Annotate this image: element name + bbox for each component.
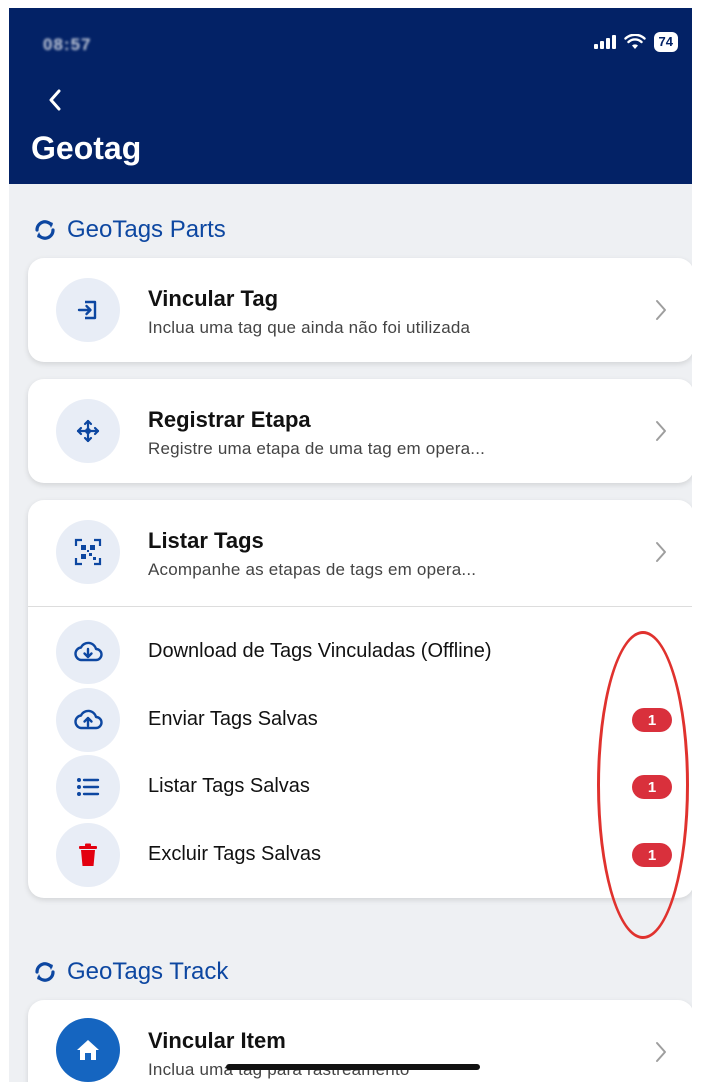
list-saved-tags-row[interactable]: Listar Tags Salvas 1 bbox=[28, 755, 692, 819]
home-icon-circle bbox=[56, 1018, 120, 1082]
annotation-ellipse bbox=[597, 631, 689, 939]
list-icon-circle bbox=[56, 755, 120, 819]
delete-saved-tags-row[interactable]: Excluir Tags Salvas 1 bbox=[28, 823, 692, 887]
trash-icon bbox=[79, 843, 97, 866]
card-subtitle: Acompanhe as etapas de tags em opera... bbox=[148, 560, 477, 579]
back-button[interactable] bbox=[37, 82, 73, 118]
section-header-track: GeoTags Track bbox=[31, 958, 228, 986]
action-label: Download de Tags Vinculadas (Offline) bbox=[148, 640, 492, 662]
registrar-etapa-card[interactable]: Registrar Etapa Registre uma etapa de um… bbox=[28, 379, 692, 483]
card-subtitle: Inclua uma tag para rastreamento bbox=[148, 1060, 409, 1079]
card-title: Listar Tags bbox=[148, 528, 264, 553]
top-app-bar: 08:57 74 Geotag bbox=[9, 8, 692, 184]
vincular-tag-card[interactable]: Vincular Tag Inclua uma tag que ainda nã… bbox=[28, 258, 692, 362]
card-subtitle: Inclua uma tag que ainda não foi utiliza… bbox=[148, 318, 471, 337]
action-label: Listar Tags Salvas bbox=[148, 775, 310, 797]
list-icon bbox=[77, 778, 100, 796]
move-icon-circle bbox=[56, 399, 120, 463]
app-screen: 08:57 74 Geotag GeoTags Parts Vincular T… bbox=[9, 8, 692, 1082]
move-arrows-icon bbox=[76, 419, 100, 443]
chevron-right-icon bbox=[656, 1042, 666, 1062]
qr-code-icon bbox=[74, 538, 102, 566]
qr-icon-circle bbox=[56, 520, 120, 584]
cloud-upload-icon-circle bbox=[56, 688, 120, 752]
send-tags-row[interactable]: Enviar Tags Salvas 1 bbox=[28, 688, 692, 752]
wifi-icon bbox=[623, 34, 646, 49]
download-tags-row[interactable]: Download de Tags Vinculadas (Offline) bbox=[28, 620, 692, 684]
sync-icon bbox=[35, 962, 55, 982]
cloud-upload-icon bbox=[74, 709, 103, 730]
section-title: GeoTags Parts bbox=[67, 216, 226, 243]
cloud-download-icon bbox=[74, 641, 103, 662]
chevron-left-icon bbox=[49, 89, 61, 111]
chevron-right-icon bbox=[656, 421, 666, 441]
section-header-parts: GeoTags Parts bbox=[31, 216, 226, 244]
section-title: GeoTags Track bbox=[67, 958, 229, 985]
card-subtitle: Registre uma etapa de uma tag em opera..… bbox=[148, 439, 486, 458]
card-title: Registrar Etapa bbox=[148, 407, 311, 432]
home-icon bbox=[77, 1040, 99, 1060]
divider bbox=[28, 606, 692, 607]
trash-icon-circle bbox=[56, 823, 120, 887]
card-title: Vincular Tag bbox=[148, 286, 279, 311]
battery-indicator: 74 bbox=[653, 32, 678, 52]
login-icon-circle bbox=[56, 278, 120, 342]
signal-icon bbox=[593, 35, 616, 49]
sync-icon bbox=[35, 220, 55, 240]
status-icons: 74 bbox=[593, 32, 678, 52]
login-icon bbox=[77, 300, 97, 320]
listar-tags-row[interactable]: Listar Tags Acompanhe as etapas de tags … bbox=[28, 500, 692, 606]
status-time: 08:57 bbox=[43, 35, 92, 54]
action-label: Excluir Tags Salvas bbox=[148, 843, 322, 865]
page-title: Geotag bbox=[31, 130, 142, 166]
action-label: Enviar Tags Salvas bbox=[148, 708, 318, 730]
cloud-download-icon-circle bbox=[56, 620, 120, 684]
listar-tags-card: Listar Tags Acompanhe as etapas de tags … bbox=[28, 500, 692, 898]
chevron-right-icon bbox=[656, 542, 666, 562]
card-title: Vincular Item bbox=[148, 1028, 286, 1053]
chevron-right-icon bbox=[656, 300, 666, 320]
home-indicator bbox=[226, 1064, 480, 1070]
